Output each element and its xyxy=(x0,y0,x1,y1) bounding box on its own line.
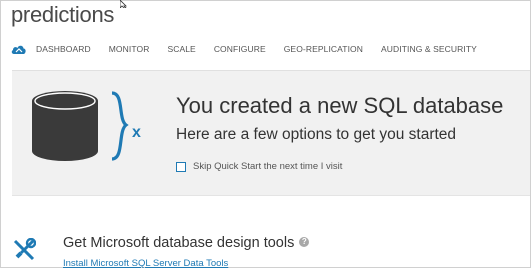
tools-wrench-icon xyxy=(13,238,36,261)
tab-auditing-security[interactable]: AUDITING & SECURITY xyxy=(381,44,477,54)
cloud-home-icon[interactable] xyxy=(11,42,27,56)
tab-scale[interactable]: SCALE xyxy=(167,44,195,54)
design-tools-heading-text: Get Microsoft database design tools xyxy=(63,235,295,251)
skip-quick-start-option[interactable]: Skip Quick Start the next time I visit xyxy=(176,161,342,172)
banner-subtitle: Here are a few options to get you starte… xyxy=(176,126,457,143)
install-ssdt-link[interactable]: Install Microsoft SQL Server Data Tools xyxy=(63,258,228,269)
design-tools-heading: Get Microsoft database design tools? xyxy=(63,235,310,251)
tab-configure[interactable]: CONFIGURE xyxy=(214,44,266,54)
symbol-x-label: x xyxy=(132,124,141,141)
page-title: predictions xyxy=(11,2,115,27)
skip-quick-start-label[interactable]: Skip Quick Start the next time I visit xyxy=(193,161,342,172)
help-icon[interactable]: ? xyxy=(299,237,310,248)
mouse-cursor-icon xyxy=(120,0,127,8)
tab-geo-replication[interactable]: GEO-REPLICATION xyxy=(284,44,363,54)
nav-bar: DASHBOARD MONITOR SCALE CONFIGURE GEO-RE… xyxy=(11,41,495,57)
tab-monitor[interactable]: MONITOR xyxy=(109,44,150,54)
skip-quick-start-checkbox[interactable] xyxy=(176,161,186,172)
tab-dashboard[interactable]: DASHBOARD xyxy=(36,44,91,54)
sql-database-icon: x xyxy=(32,91,141,161)
quick-start-banner: x You created a new SQL database Here ar… xyxy=(12,70,530,196)
banner-title: You created a new SQL database xyxy=(176,93,504,118)
